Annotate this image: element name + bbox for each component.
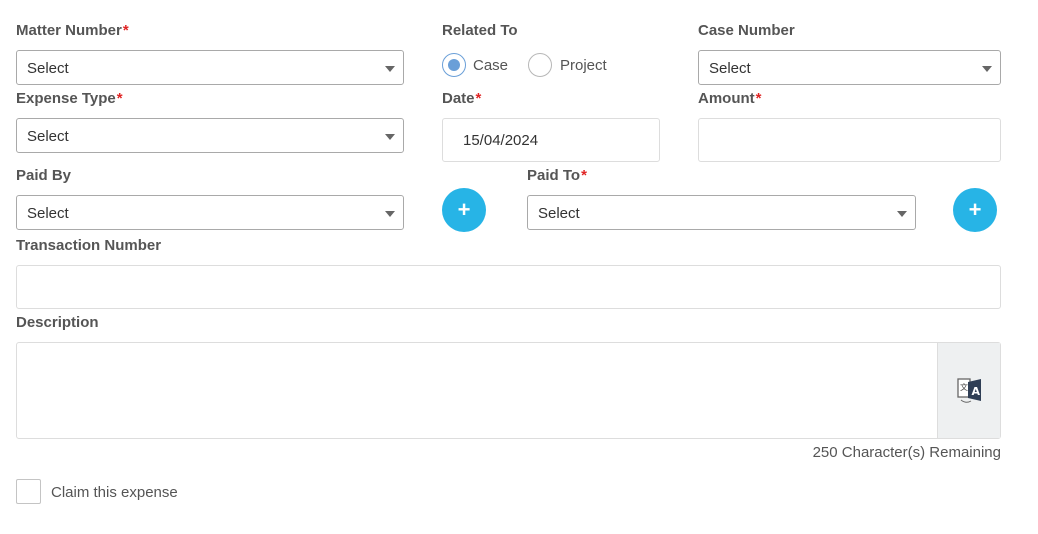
plus-icon: + [968,197,982,222]
case-number-select[interactable]: Select [698,50,1001,85]
chevron-down-icon [385,134,395,140]
chevron-down-icon [982,66,992,72]
svg-text:文: 文 [960,382,968,392]
radio-case-label: Case [473,57,509,74]
transaction-number-input[interactable] [16,265,1001,309]
date-input[interactable]: 15/04/2024 [442,118,660,162]
svg-text:A: A [972,385,981,398]
chevron-down-icon [385,211,395,217]
description-textarea[interactable]: A 文 [16,342,1001,439]
plus-icon: + [457,197,471,222]
amount-label: Amount* [698,90,762,107]
translate-button[interactable]: A 文 [937,343,1000,438]
matter-number-label: Matter Number* [16,22,129,39]
case-number-value: Select [709,60,751,77]
add-paid-to-button[interactable]: + [953,188,997,232]
matter-number-select[interactable]: Select [16,50,404,85]
date-value: 15/04/2024 [463,132,539,149]
character-counter: 250 Character(s) Remaining [812,444,1001,461]
amount-input[interactable] [698,118,1001,162]
paid-to-select[interactable]: Select [527,195,916,230]
add-paid-by-button[interactable]: + [442,188,486,232]
related-to-label: Related To [442,22,518,39]
claim-expense-checkbox[interactable] [16,479,41,504]
expense-type-label: Expense Type* [16,90,123,107]
paid-to-label: Paid To* [527,167,587,184]
radio-project[interactable] [528,53,552,77]
transaction-number-label: Transaction Number [16,237,162,254]
radio-project-label: Project [560,57,607,74]
expense-type-value: Select [27,128,69,145]
expense-type-select[interactable]: Select [16,118,404,153]
paid-by-label: Paid By [16,167,72,184]
case-number-label: Case Number [698,22,795,39]
claim-expense-label: Claim this expense [51,484,178,501]
date-label: Date* [442,90,482,107]
matter-number-value: Select [27,60,69,77]
paid-by-value: Select [27,205,69,222]
description-label: Description [16,314,99,331]
paid-by-select[interactable]: Select [16,195,404,230]
translate-icon: A 文 [957,378,981,403]
chevron-down-icon [897,211,907,217]
radio-case[interactable] [442,53,466,77]
chevron-down-icon [385,66,395,72]
paid-to-value: Select [538,205,580,222]
